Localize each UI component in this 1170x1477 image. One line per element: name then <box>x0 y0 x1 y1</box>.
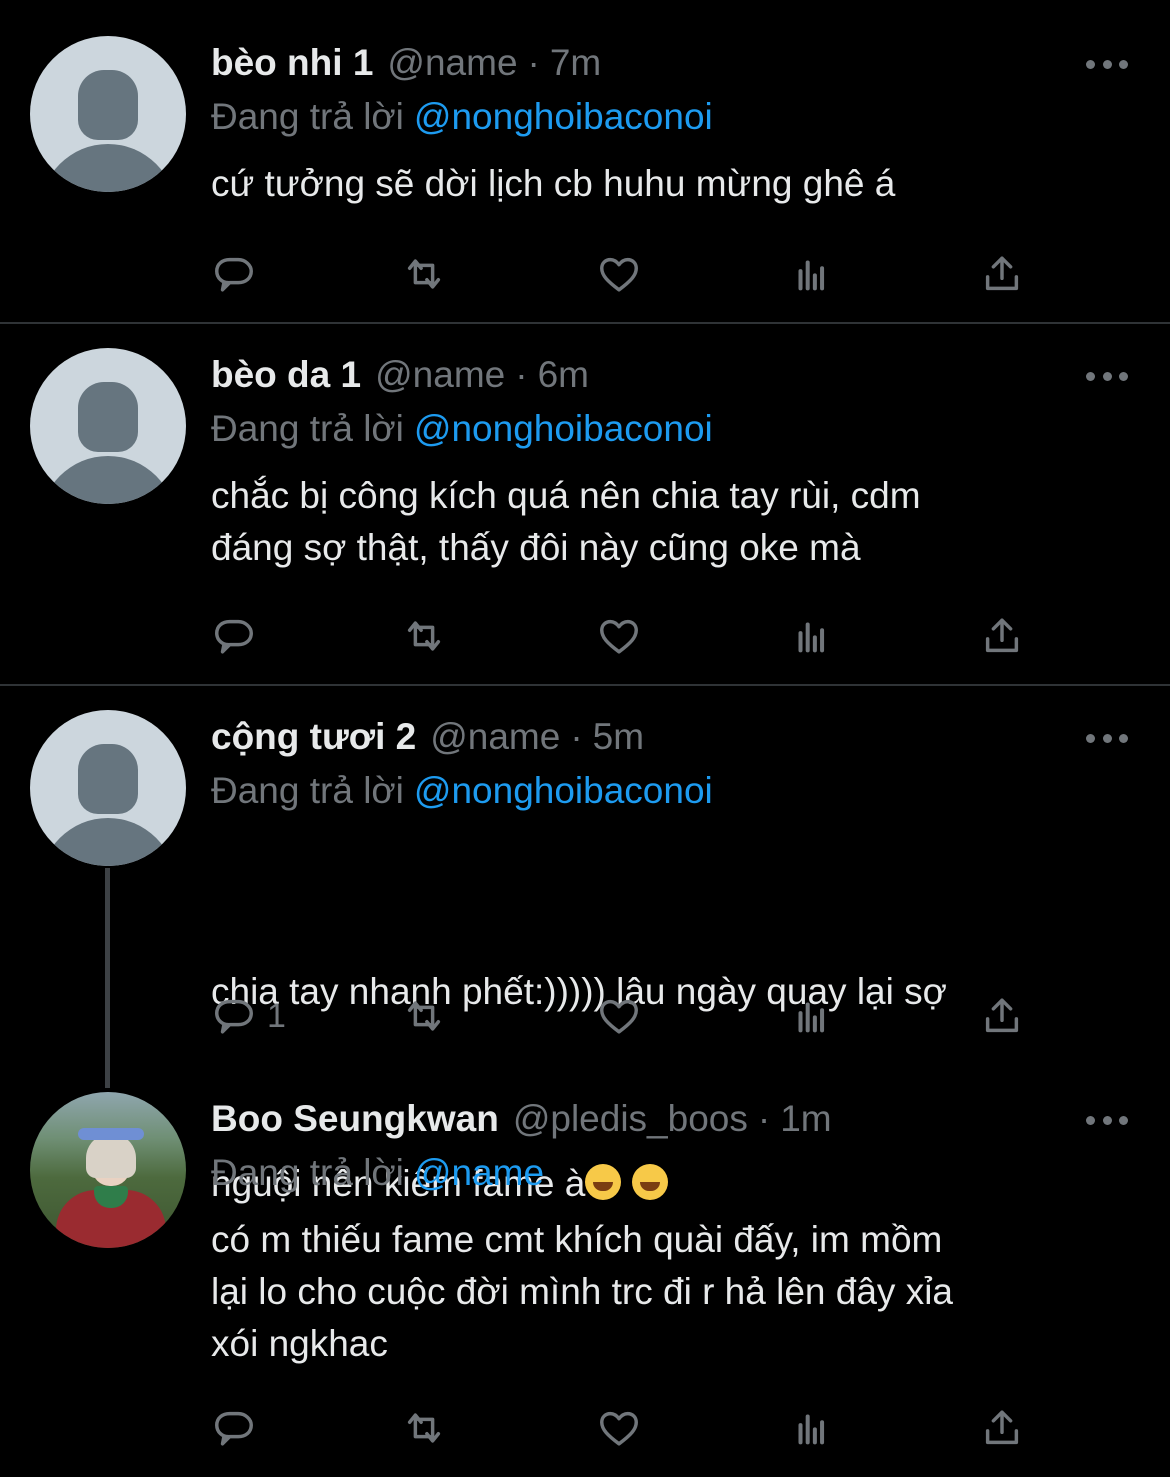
like-button[interactable] <box>596 250 642 298</box>
analytics-icon <box>798 622 825 653</box>
separator: · <box>515 354 528 395</box>
reply-count: 1 <box>267 996 286 1035</box>
handle[interactable]: @name <box>387 42 517 84</box>
like-icon <box>600 999 638 1034</box>
retweet-icon <box>407 1001 441 1031</box>
mention-link[interactable]: @nonghoibaconoi <box>414 770 713 811</box>
like-button[interactable] <box>596 612 642 660</box>
display-name[interactable]: bèo nhi 1 <box>211 42 373 84</box>
action-bar <box>211 1404 1041 1452</box>
reply-prefix: Đang trả lời <box>211 408 404 449</box>
reply-button[interactable]: 1 <box>211 992 286 1040</box>
reply-icon <box>215 257 253 292</box>
reply-prefix: Đang trả lời <box>211 1152 404 1193</box>
mention-link[interactable]: @nonghoibaconoi <box>414 96 713 137</box>
retweet-icon <box>407 259 441 289</box>
reply-icon <box>215 1411 253 1446</box>
timestamp[interactable]: 6m <box>538 354 589 396</box>
more-options-icon[interactable] <box>1086 58 1128 70</box>
share-button[interactable] <box>979 1404 1025 1452</box>
share-button[interactable] <box>979 992 1025 1040</box>
like-icon <box>600 1411 638 1446</box>
avatar[interactable] <box>30 348 186 504</box>
reply-prefix: Đang trả lời <box>211 770 404 811</box>
separator: · <box>527 42 540 83</box>
timestamp[interactable]: 7m <box>550 42 601 84</box>
more-options-icon[interactable] <box>1086 732 1128 744</box>
share-button[interactable] <box>979 612 1025 660</box>
tweet[interactable]: cộng tươi 2 @name · 5m Đang trả lời @nong… <box>0 686 1170 1204</box>
display-name[interactable]: Boo Seungkwan <box>211 1098 499 1140</box>
reply-context: Đang trả lời @name <box>211 1152 544 1194</box>
tweet-text: chắc bị công kích quá nên chia tay rùi, … <box>211 475 921 568</box>
reply-button[interactable] <box>211 612 267 660</box>
retweet-icon <box>407 1413 441 1443</box>
more-options-icon[interactable] <box>1086 370 1128 382</box>
timestamp[interactable]: 5m <box>593 716 644 758</box>
handle[interactable]: @name <box>375 354 505 396</box>
tweet-text: cứ tưởng sẽ dời lịch cb huhu mừng ghê á <box>211 163 896 204</box>
display-name[interactable]: bèo da 1 <box>211 354 361 396</box>
analytics-button[interactable] <box>789 992 835 1040</box>
like-button[interactable] <box>596 1404 642 1452</box>
action-bar <box>211 612 1041 660</box>
like-icon <box>600 257 638 292</box>
handle[interactable]: @pledis_boos <box>513 1098 748 1140</box>
share-button[interactable] <box>979 250 1025 298</box>
action-bar <box>211 250 1041 298</box>
retweet-button[interactable] <box>401 1404 447 1452</box>
avatar[interactable] <box>30 710 186 866</box>
reply-icon <box>215 619 253 654</box>
analytics-button[interactable] <box>789 250 835 298</box>
reply-context: Đang trả lời @nonghoibaconoi <box>211 408 713 450</box>
retweet-icon <box>407 621 441 651</box>
analytics-button[interactable] <box>789 1404 835 1452</box>
share-icon <box>985 256 1019 291</box>
like-button[interactable] <box>596 992 642 1040</box>
separator: · <box>570 716 583 757</box>
reply-button[interactable] <box>211 250 267 298</box>
display-name[interactable]: cộng tươi 2 <box>211 716 416 758</box>
share-icon <box>985 618 1019 653</box>
avatar[interactable] <box>30 1092 186 1248</box>
share-icon <box>985 998 1019 1033</box>
retweet-button[interactable] <box>401 992 447 1040</box>
retweet-button[interactable] <box>401 250 447 298</box>
reply-context: Đang trả lời @nonghoibaconoi <box>211 96 713 138</box>
separator: · <box>757 1098 771 1139</box>
analytics-icon <box>798 1414 825 1445</box>
reply-icon <box>215 999 253 1034</box>
analytics-icon <box>798 260 825 291</box>
more-options-icon[interactable] <box>1086 1114 1128 1126</box>
like-icon <box>600 619 638 654</box>
tweet[interactable]: bèo nhi 1 @name · 7m Đang trả lời @nongho… <box>0 0 1170 322</box>
retweet-button[interactable] <box>401 612 447 660</box>
action-bar: 1 <box>211 992 1041 1040</box>
analytics-button[interactable] <box>789 612 835 660</box>
mention-link[interactable]: @nonghoibaconoi <box>414 408 713 449</box>
analytics-icon <box>798 1002 825 1033</box>
timestamp[interactable]: 1m <box>780 1098 831 1140</box>
share-icon <box>985 1410 1019 1445</box>
avatar[interactable] <box>30 36 186 192</box>
tweet[interactable]: Boo Seungkwan @pledis_boos · 1m Đang trả… <box>0 1076 1170 1477</box>
mention-link[interactable]: @name <box>414 1152 544 1193</box>
handle[interactable]: @name <box>430 716 560 758</box>
reply-button[interactable] <box>211 1404 267 1452</box>
tweet-text: có m thiếu fame cmt khích quài đấy, im m… <box>211 1219 954 1364</box>
reply-prefix: Đang trả lời <box>211 96 404 137</box>
reply-context: Đang trả lời @nonghoibaconoi <box>211 770 713 812</box>
tweet[interactable]: bèo da 1 @name · 6m Đang trả lời @nonghoi… <box>0 324 1170 684</box>
